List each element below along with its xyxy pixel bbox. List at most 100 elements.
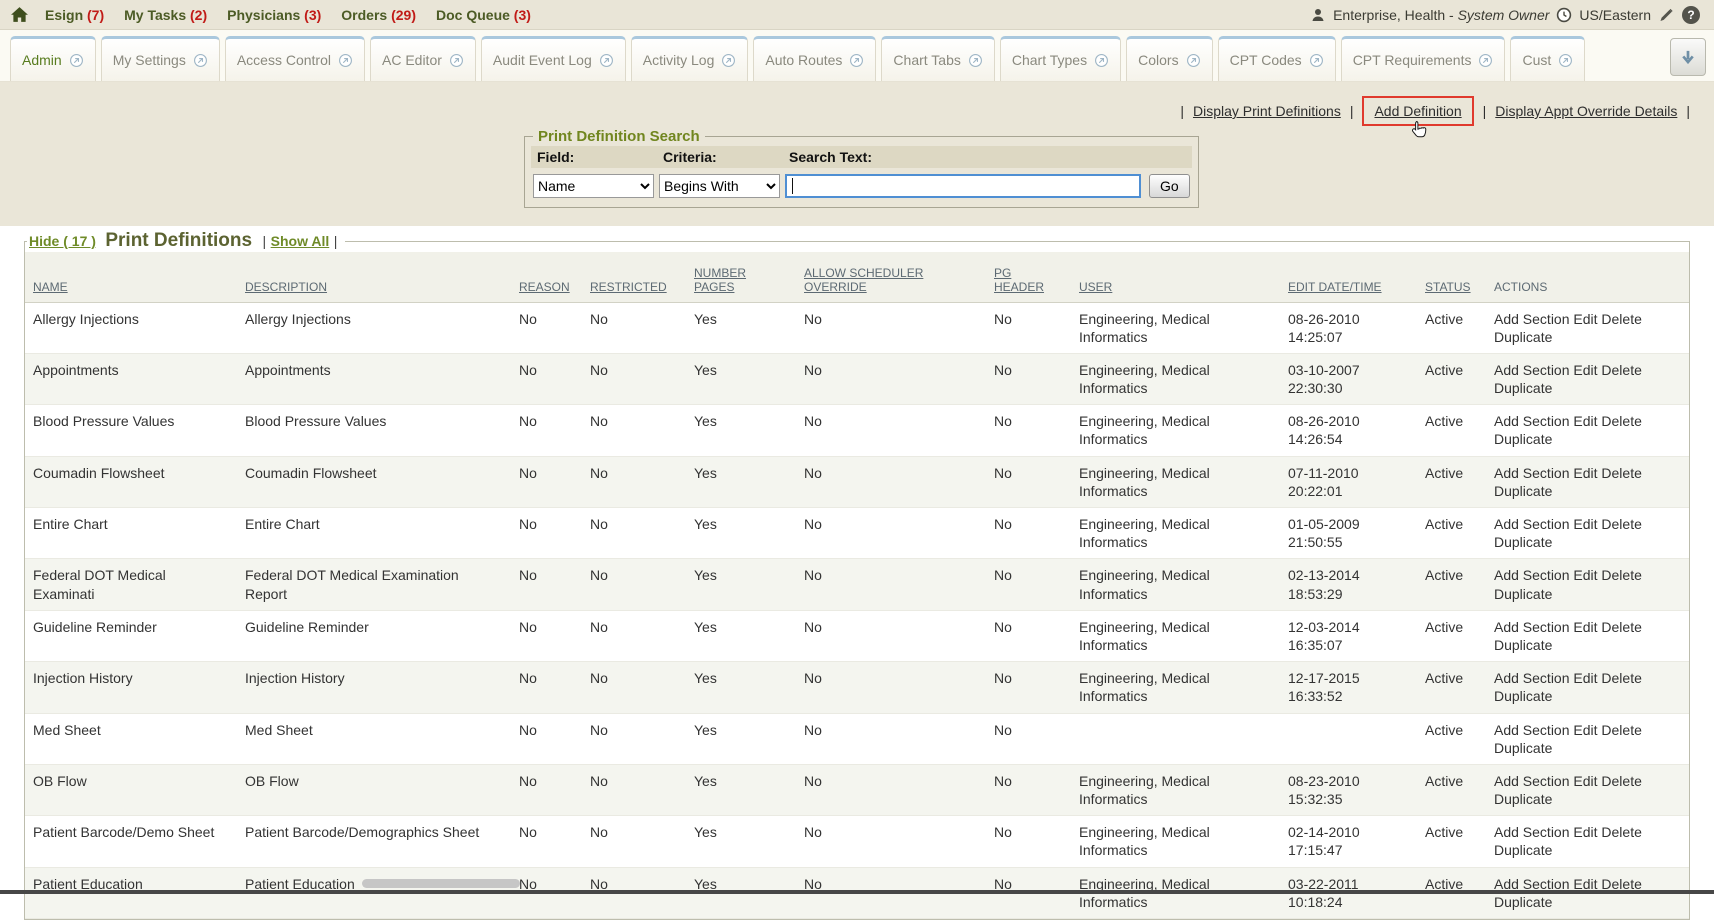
column-header-name[interactable]: NAME (25, 252, 237, 302)
action-duplicate[interactable]: Duplicate (1494, 483, 1552, 499)
action-delete[interactable]: Delete (1601, 516, 1641, 532)
action-delete[interactable]: Delete (1601, 311, 1641, 327)
tab-chart-types[interactable]: Chart Types (1000, 36, 1121, 81)
action-delete[interactable]: Delete (1601, 824, 1641, 840)
action-duplicate[interactable]: Duplicate (1494, 431, 1552, 447)
action-delete[interactable]: Delete (1601, 567, 1641, 583)
action-delete[interactable]: Delete (1601, 413, 1641, 429)
action-edit[interactable]: Edit (1573, 465, 1597, 481)
display-print-definitions-link[interactable]: Display Print Definitions (1193, 103, 1341, 119)
action-add-section[interactable]: Add Section (1494, 824, 1570, 840)
tab-cpt-codes[interactable]: CPT Codes (1218, 36, 1336, 81)
go-button[interactable]: Go (1149, 174, 1190, 198)
tab-my-settings[interactable]: My Settings (101, 36, 220, 81)
action-duplicate[interactable]: Duplicate (1494, 894, 1552, 910)
action-delete[interactable]: Delete (1601, 362, 1641, 378)
search-input[interactable] (785, 174, 1141, 198)
action-add-section[interactable]: Add Section (1494, 465, 1570, 481)
action-add-section[interactable]: Add Section (1494, 670, 1570, 686)
column-header-number-pages[interactable]: NUMBER PAGES (686, 252, 796, 302)
column-header-allow-scheduler-override[interactable]: ALLOW SCHEDULER OVERRIDE (796, 252, 986, 302)
action-add-section[interactable]: Add Section (1494, 413, 1570, 429)
action-duplicate[interactable]: Duplicate (1494, 534, 1552, 550)
action-edit[interactable]: Edit (1573, 516, 1597, 532)
tab-activity-log[interactable]: Activity Log (631, 36, 749, 81)
topbar-item-physicians[interactable]: Physicians (3) (227, 7, 321, 23)
action-duplicate[interactable]: Duplicate (1494, 586, 1552, 602)
action-edit[interactable]: Edit (1573, 362, 1597, 378)
launch-icon (1094, 53, 1109, 68)
action-edit[interactable]: Edit (1573, 722, 1597, 738)
action-delete[interactable]: Delete (1601, 465, 1641, 481)
tabbar: AdminMy SettingsAccess ControlAC EditorA… (0, 30, 1714, 82)
column-header-reason[interactable]: REASON (511, 252, 582, 302)
horizontal-scrollbar-thumb[interactable] (362, 879, 520, 888)
user-name[interactable]: Enterprise, Health - System Owner (1333, 7, 1549, 23)
action-add-section[interactable]: Add Section (1494, 311, 1570, 327)
action-delete[interactable]: Delete (1601, 722, 1641, 738)
action-edit[interactable]: Edit (1573, 670, 1597, 686)
launch-icon (449, 53, 464, 68)
column-header-user[interactable]: USER (1071, 252, 1280, 302)
column-header-description[interactable]: DESCRIPTION (237, 252, 511, 302)
action-edit[interactable]: Edit (1573, 413, 1597, 429)
display-appt-override-details-link[interactable]: Display Appt Override Details (1495, 103, 1677, 119)
action-delete[interactable]: Delete (1601, 670, 1641, 686)
action-duplicate[interactable]: Duplicate (1494, 842, 1552, 858)
topbar-item-my-tasks[interactable]: My Tasks (2) (124, 7, 207, 23)
separator: | (334, 233, 338, 249)
action-duplicate[interactable]: Duplicate (1494, 380, 1552, 396)
criteria-select[interactable]: Begins With (659, 174, 780, 198)
action-add-section[interactable]: Add Section (1494, 722, 1570, 738)
separator: | (1483, 103, 1487, 119)
action-duplicate[interactable]: Duplicate (1494, 740, 1552, 756)
action-edit[interactable]: Edit (1573, 824, 1597, 840)
hide-link[interactable]: Hide ( 17 ) (29, 233, 96, 249)
launch-icon (193, 53, 208, 68)
tab-scroll-button[interactable] (1670, 38, 1706, 76)
tab-cpt-requirements[interactable]: CPT Requirements (1341, 36, 1506, 81)
action-add-section[interactable]: Add Section (1494, 773, 1570, 789)
tab-auto-routes[interactable]: Auto Routes (753, 36, 876, 81)
action-duplicate[interactable]: Duplicate (1494, 329, 1552, 345)
cell-user: Engineering, Medical Informatics (1071, 508, 1280, 559)
column-header-status[interactable]: STATUS (1417, 252, 1486, 302)
action-delete[interactable]: Delete (1601, 619, 1641, 635)
search-controls: Name Begins With Go (531, 168, 1192, 198)
action-add-section[interactable]: Add Section (1494, 362, 1570, 378)
action-edit[interactable]: Edit (1573, 619, 1597, 635)
action-edit[interactable]: Edit (1573, 311, 1597, 327)
timezone-label[interactable]: US/Eastern (1579, 7, 1651, 23)
action-edit[interactable]: Edit (1573, 773, 1597, 789)
action-duplicate[interactable]: Duplicate (1494, 688, 1552, 704)
topbar-item-doc-queue[interactable]: Doc Queue (3) (436, 7, 531, 23)
add-definition-link[interactable]: Add Definition (1374, 103, 1461, 119)
action-duplicate[interactable]: Duplicate (1494, 637, 1552, 653)
tab-admin[interactable]: Admin (10, 36, 96, 81)
column-header-restricted[interactable]: RESTRICTED (582, 252, 686, 302)
show-all-link[interactable]: Show All (271, 233, 330, 249)
topbar-item-esign[interactable]: Esign (7) (45, 7, 104, 23)
column-header-pg-header[interactable]: PG HEADER (986, 252, 1071, 302)
pencil-icon[interactable] (1658, 7, 1675, 23)
tab-cust[interactable]: Cust (1510, 36, 1585, 81)
cell-reason: No (511, 456, 582, 507)
action-add-section[interactable]: Add Section (1494, 567, 1570, 583)
tab-audit-event-log[interactable]: Audit Event Log (481, 36, 626, 81)
action-add-section[interactable]: Add Section (1494, 516, 1570, 532)
cell-name: Coumadin Flowsheet (25, 456, 237, 507)
action-delete[interactable]: Delete (1601, 773, 1641, 789)
field-select[interactable]: Name (533, 174, 654, 198)
topbar-item-orders[interactable]: Orders (29) (341, 7, 416, 23)
tab-ac-editor[interactable]: AC Editor (370, 36, 476, 81)
help-icon[interactable]: ? (1682, 6, 1700, 24)
action-edit[interactable]: Edit (1573, 567, 1597, 583)
cell-number_pages: Yes (686, 508, 796, 559)
action-duplicate[interactable]: Duplicate (1494, 791, 1552, 807)
column-header-edit-date-time[interactable]: EDIT DATE/TIME (1280, 252, 1417, 302)
action-add-section[interactable]: Add Section (1494, 619, 1570, 635)
tab-colors[interactable]: Colors (1126, 36, 1212, 81)
tab-chart-tabs[interactable]: Chart Tabs (881, 36, 994, 81)
home-icon[interactable] (10, 6, 29, 23)
tab-access-control[interactable]: Access Control (225, 36, 365, 81)
